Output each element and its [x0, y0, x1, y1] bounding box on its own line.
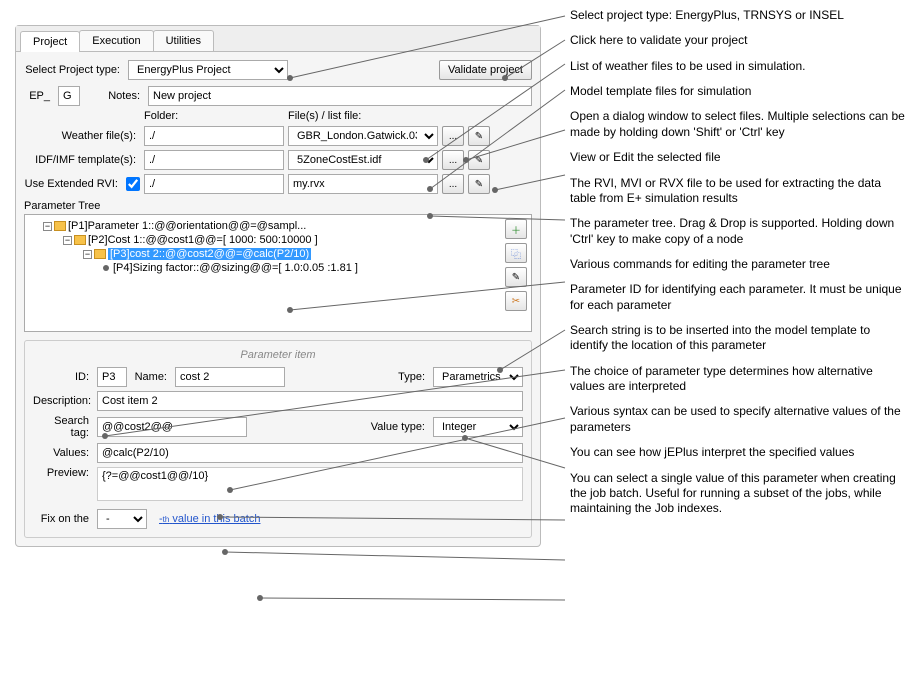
validate-button[interactable]: Validate project [439, 60, 532, 80]
values-label: Values: [33, 447, 93, 459]
weather-folder[interactable] [144, 126, 284, 146]
ep-label: EP_ [24, 90, 54, 102]
pencil-icon: ✎ [475, 155, 483, 166]
annotation-text: List of weather files to be used in simu… [570, 59, 910, 74]
weather-browse-button[interactable]: ... [442, 126, 464, 146]
annotation-text: You can see how jEPlus interpret the spe… [570, 445, 910, 460]
bullet-icon [103, 265, 109, 271]
preview-label: Preview: [33, 467, 93, 479]
ptree-edit-button[interactable]: ✎ [505, 267, 527, 287]
fix-suffix-link[interactable]: -th value in this batch [159, 513, 260, 525]
tree-node-p1[interactable]: [P1]Parameter 1::@@orientation@@=@sampl.… [68, 220, 306, 232]
type-select[interactable]: Parametrics [433, 367, 523, 387]
type-label: Type: [389, 371, 429, 383]
values-field[interactable] [97, 443, 523, 463]
rvi-file[interactable] [288, 174, 438, 194]
tab-execution[interactable]: Execution [79, 30, 153, 51]
idf-browse-button[interactable]: ... [442, 150, 464, 170]
weather-file-select[interactable]: GBR_London.Gatwick.03... [288, 126, 438, 146]
annotation-text: Various syntax can be used to specify al… [570, 404, 910, 435]
tag-label: Search tag: [33, 415, 93, 439]
rvi-folder[interactable] [144, 174, 284, 194]
tab-utilities[interactable]: Utilities [153, 30, 214, 51]
ptree-title: Parameter Tree [24, 200, 532, 212]
desc-field[interactable] [97, 391, 523, 411]
id-label: ID: [33, 371, 93, 383]
pencil-icon: ✎ [475, 179, 483, 190]
ptree-delete-button[interactable]: ✂ [505, 291, 527, 311]
annotation-column: Select project type: EnergyPlus, TRNSYS … [570, 8, 910, 527]
project-panel: Project Execution Utilities Select Proje… [15, 25, 541, 547]
annotation-text: The choice of parameter type determines … [570, 364, 910, 395]
parameter-item-panel: Parameter item ID: Name: Type: Parametri… [24, 340, 532, 538]
idf-label: IDF/IMF template(s): [24, 154, 140, 166]
rvi-edit-button[interactable]: ✎ [468, 174, 490, 194]
tree-node-p2[interactable]: [P2]Cost 1::@@cost1@@=[ 1000: 500:10000 … [88, 234, 318, 246]
idf-edit-button[interactable]: ✎ [468, 150, 490, 170]
annotation-text: Parameter ID for identifying each parame… [570, 282, 910, 313]
name-field[interactable] [175, 367, 285, 387]
tag-field[interactable] [97, 417, 247, 437]
name-label: Name: [131, 371, 171, 383]
annotation-text: You can select a single value of this pa… [570, 471, 910, 517]
weather-edit-button[interactable]: ✎ [468, 126, 490, 146]
annotation-text: The parameter tree. Drag & Drop is suppo… [570, 216, 910, 247]
ep-field[interactable] [58, 86, 80, 106]
project-type-label: Select Project type: [24, 64, 124, 76]
parameter-tree[interactable]: −[P1]Parameter 1::@@orientation@@=@sampl… [24, 214, 532, 332]
annotation-text: View or Edit the selected file [570, 150, 910, 165]
notes-label: Notes: [84, 90, 144, 102]
notes-field[interactable] [148, 86, 532, 106]
tab-bar: Project Execution Utilities [16, 26, 540, 52]
tree-node-p3[interactable]: [P3]cost 2::@@cost2@@=@calc(P2/10) [108, 248, 311, 260]
param-item-title: Parameter item [33, 349, 523, 361]
id-field[interactable] [97, 367, 127, 387]
folder-icon [74, 235, 86, 245]
tree-node-p4[interactable]: [P4]Sizing factor::@@sizing@@=[ 1.0:0.05… [113, 262, 358, 274]
annotation-text: Model template files for simulation [570, 84, 910, 99]
annotation-text: Open a dialog window to select files. Mu… [570, 109, 910, 140]
rvi-browse-button[interactable]: ... [442, 174, 464, 194]
annotation-text: Search string is to be inserted into the… [570, 323, 910, 354]
fix-label: Fix on the [33, 513, 93, 525]
annotation-text: Select project type: EnergyPlus, TRNSYS … [570, 8, 910, 23]
vtype-label: Value type: [359, 421, 429, 433]
vtype-select[interactable]: Integer [433, 417, 523, 437]
folder-icon [54, 221, 66, 231]
idf-folder[interactable] [144, 150, 284, 170]
ptree-copy-button[interactable]: ⿻ [505, 243, 527, 263]
desc-label: Description: [33, 395, 93, 407]
ptree-add-button[interactable]: ＋ [505, 219, 527, 239]
idf-file-select[interactable]: 5ZoneCostEst.idf [288, 150, 438, 170]
annotation-text: Click here to validate your project [570, 33, 910, 48]
preview-area: {?=@@cost1@@/10} [97, 467, 523, 501]
rvi-label: Use Extended RVI: [24, 178, 122, 190]
fix-select[interactable]: - [97, 509, 147, 529]
annotation-text: The RVI, MVI or RVX file to be used for … [570, 176, 910, 207]
pencil-icon: ✎ [475, 131, 483, 142]
folder-icon [94, 249, 106, 259]
weather-label: Weather file(s): [24, 130, 140, 142]
rvi-checkbox[interactable] [126, 177, 140, 191]
files-header: File(s) / list file: [288, 110, 532, 122]
folder-header: Folder: [144, 110, 284, 122]
project-type-select[interactable]: EnergyPlus Project [128, 60, 288, 80]
tab-project[interactable]: Project [20, 31, 80, 52]
annotation-text: Various commands for editing the paramet… [570, 257, 910, 272]
